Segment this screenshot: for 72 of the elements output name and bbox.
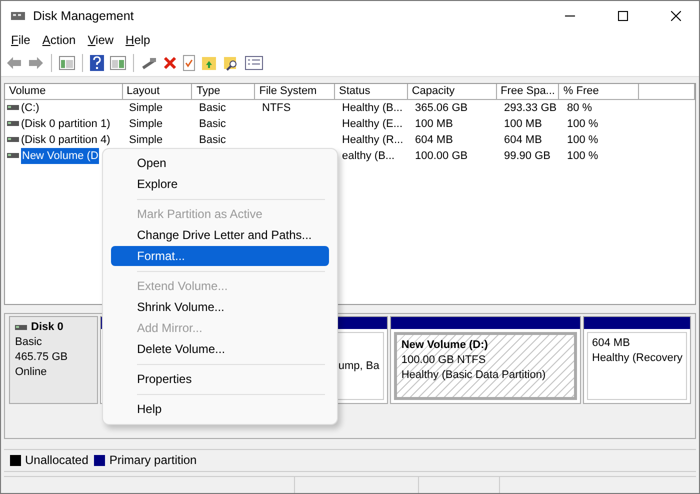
table-cell-text: 99.90 GB <box>503 149 552 164</box>
table-cell[interactable]: (C:) <box>21 100 40 116</box>
close-icon <box>671 10 681 20</box>
legend-label: Unallocated <box>25 453 88 468</box>
menu-item[interactable]: File <box>5 32 36 47</box>
table-cell-text: Simple <box>128 117 164 132</box>
table-cell-text: 100 MB <box>503 117 543 132</box>
menu-item[interactable]: Delete Volume... <box>111 339 329 359</box>
menu-item[interactable]: Shrink Volume... <box>111 297 329 317</box>
table-cell-text: Basic <box>198 117 227 132</box>
partition-detail: 604 MB <box>592 336 631 352</box>
table-cell-text: 604 MB <box>503 133 543 148</box>
table-cell-text: Healthy (R... <box>341 133 404 148</box>
table-cell-text: 100 % <box>566 149 600 164</box>
checklist-icon[interactable] <box>182 54 196 72</box>
column-header[interactable]: Free Spa... <box>496 84 560 100</box>
menu-item[interactable]: View <box>82 32 120 47</box>
console-tree-icon[interactable] <box>58 54 76 71</box>
column-header[interactable]: % Free <box>559 84 640 100</box>
menu-item[interactable]: Help <box>111 399 329 419</box>
table-cell-text: Simple <box>128 101 164 116</box>
disk-type: Basic <box>15 335 43 350</box>
table-cell[interactable]: (Disk 0 partition 4) <box>21 132 110 148</box>
back-button[interactable] <box>5 54 23 71</box>
menu-item[interactable]: Change Drive Letter and Paths... <box>111 225 329 245</box>
table-cell-text: Healthy (E... <box>341 117 404 132</box>
partition-title: New Volume (D:) <box>401 338 489 354</box>
table-cell-text: 293.33 GB <box>503 101 558 116</box>
partition-block[interactable]: 604 MB Healthy (Recovery <box>587 332 687 400</box>
disk-name: Disk 0 <box>31 320 64 336</box>
table-cell-text: ealthy (B... <box>341 149 396 164</box>
maximize-icon <box>618 10 628 20</box>
table-cell[interactable]: (Disk 0 partition 1) <box>21 116 110 132</box>
menu-item[interactable]: Explore <box>111 174 329 194</box>
table-cell-text: 365.06 GB <box>414 101 469 116</box>
table-cell[interactable]: New Volume (D <box>21 148 100 164</box>
help-icon[interactable] <box>89 54 105 72</box>
list-window-icon[interactable] <box>244 54 264 71</box>
menu-item[interactable]: Properties <box>111 369 329 389</box>
disk-status: Online <box>15 365 48 380</box>
window-title: Disk Management <box>33 8 135 22</box>
partition-detail: Healthy (Recovery <box>592 351 682 366</box>
partition-detail: Healthy (Basic Data Partition) <box>401 368 547 384</box>
legend-label: Primary partition <box>109 453 197 468</box>
table-cell-text: 100.00 GB <box>414 149 469 164</box>
table-cell-text: 100 % <box>566 133 600 148</box>
column-header[interactable]: Status <box>335 84 408 100</box>
delete-icon[interactable] <box>162 54 178 71</box>
menu-item[interactable]: Open <box>111 153 329 173</box>
table-cell-text: Basic <box>198 133 227 148</box>
menu-item[interactable]: Format... <box>111 246 329 266</box>
disk-size: 465.75 GB <box>15 350 69 366</box>
column-header[interactable]: Layout <box>122 84 192 100</box>
partition-block[interactable]: New Volume (D:) 100.00 GB NTFS Healthy (Basic Data Partition) <box>394 332 577 400</box>
table-cell-text: Healthy (B... <box>341 101 404 116</box>
column-header[interactable]: Capacity <box>408 84 497 100</box>
column-header[interactable]: File System <box>255 84 336 100</box>
menu-item[interactable]: Help <box>120 32 156 47</box>
panel-icon[interactable] <box>109 54 127 71</box>
table-cell-text: Basic <box>198 101 227 116</box>
table-cell-text: 100 % <box>566 117 600 132</box>
forward-button[interactable] <box>27 54 45 71</box>
table-cell-text: NTFS <box>261 101 292 116</box>
column-header[interactable]: Type <box>192 84 256 100</box>
partition-detail: ump, Ba <box>337 358 380 374</box>
table-cell-text: 604 MB <box>414 133 454 148</box>
column-header[interactable]: Volume <box>5 84 123 100</box>
table-cell-text: 100 MB <box>414 117 454 132</box>
menu-item[interactable]: Action <box>36 32 82 47</box>
table-cell-text: Simple <box>128 133 164 148</box>
table-cell-text: 80 % <box>566 101 594 116</box>
partition-detail: 100.00 GB NTFS <box>401 353 487 368</box>
